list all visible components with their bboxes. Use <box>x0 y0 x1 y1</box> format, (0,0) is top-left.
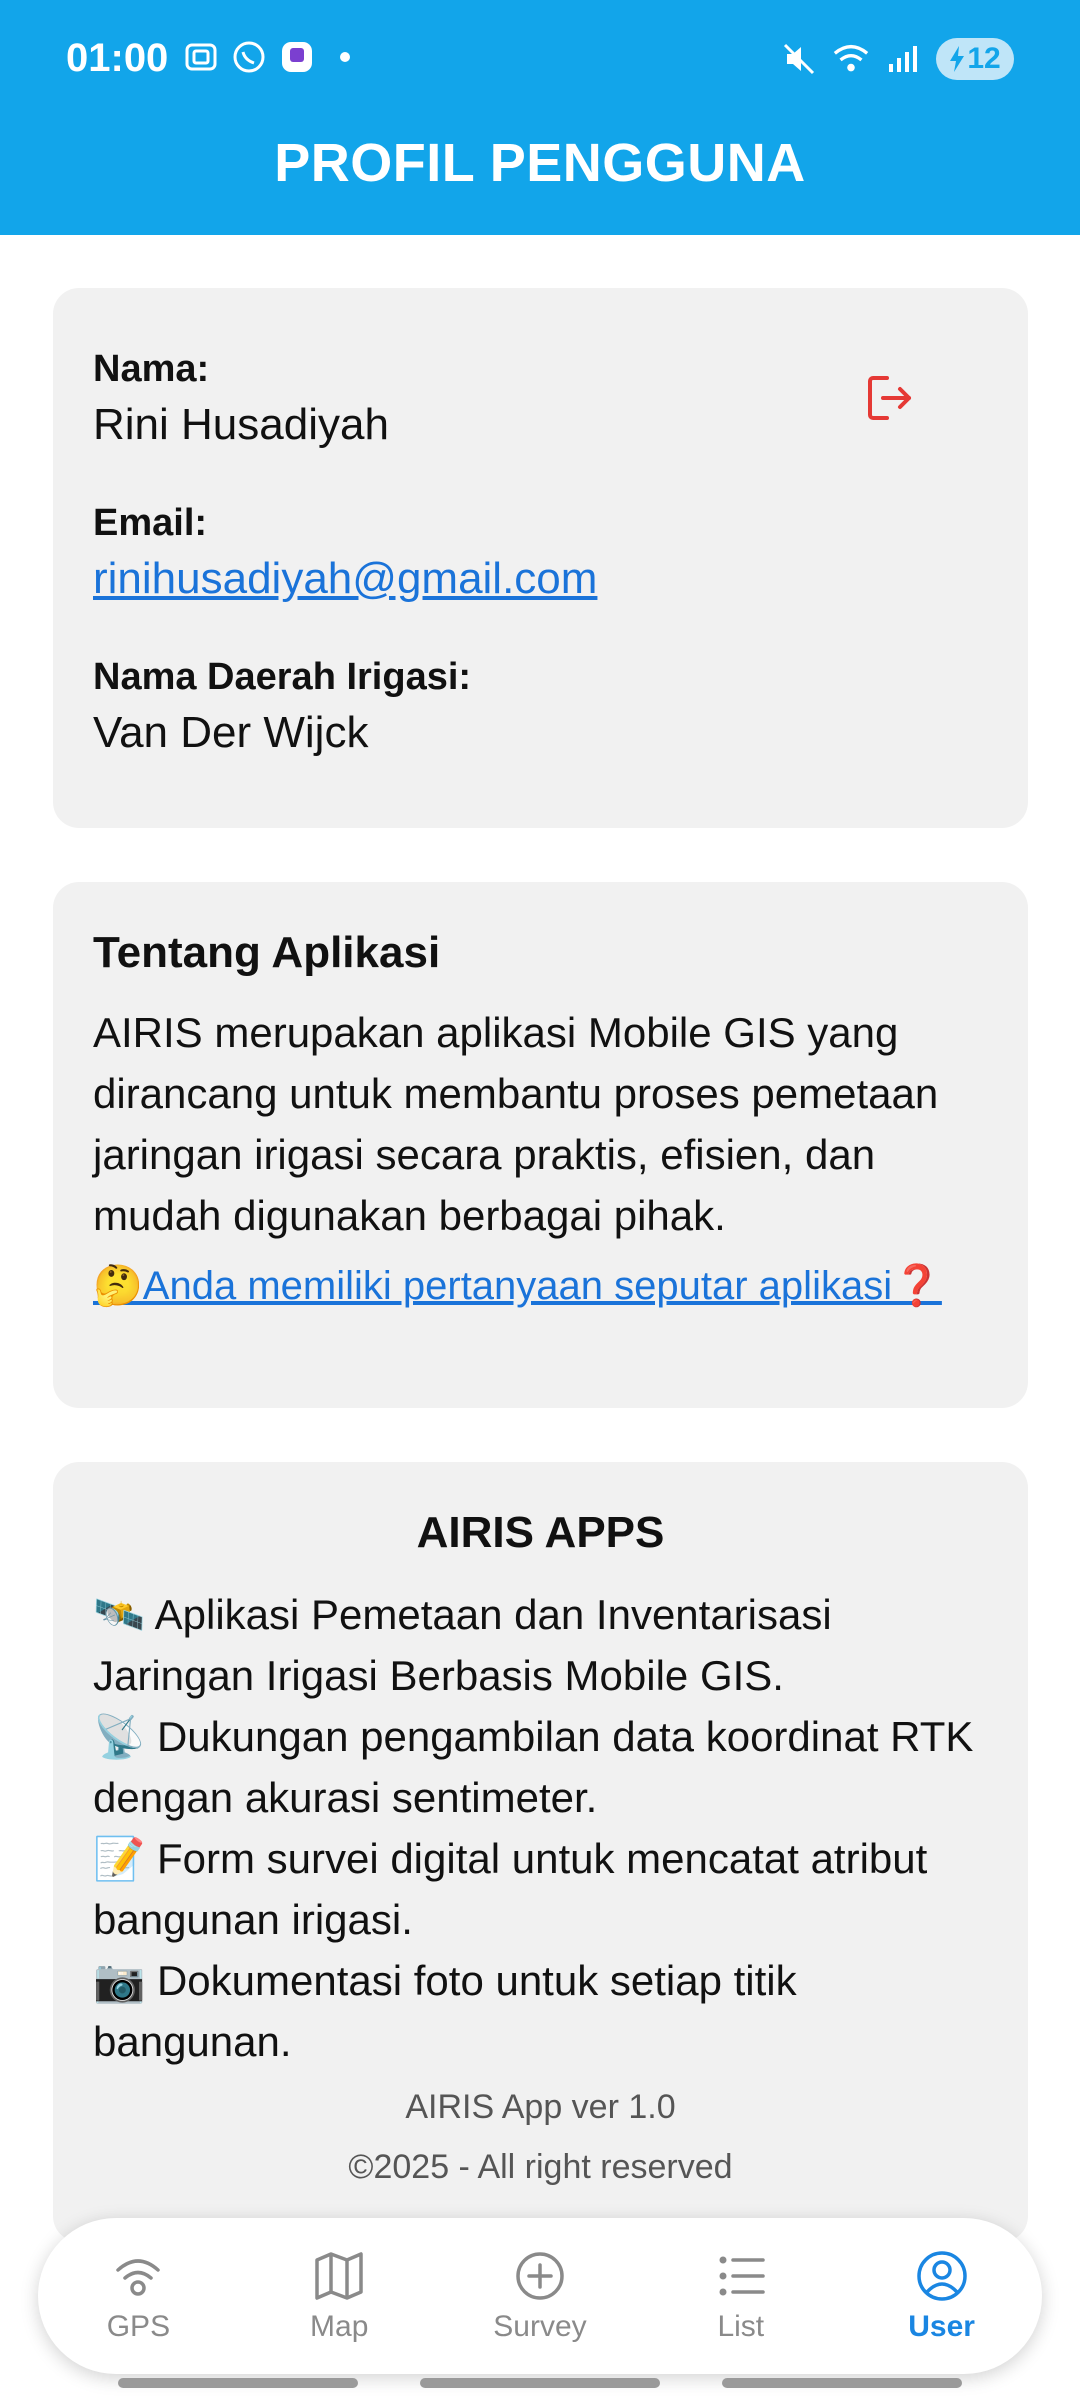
status-bar: 01:00 12 <box>0 0 1080 120</box>
app-notification-icon <box>278 38 316 76</box>
app-header: 01:00 12 PROFIL PENGGUNA <box>0 0 1080 235</box>
email-link[interactable]: rinihusadiyah@gmail.com <box>93 554 597 604</box>
feature-item: 📷 Dokumentasi foto untuk setiap titik ba… <box>93 1957 797 2065</box>
name-label: Nama: <box>93 348 210 390</box>
user-circle-icon <box>916 2251 967 2301</box>
nav-item-user[interactable]: User <box>841 2218 1042 2374</box>
nav-item-gps[interactable]: GPS <box>38 2218 239 2374</box>
gesture-handle <box>420 2378 660 2388</box>
name-value: Rini Husadiyah <box>93 400 389 449</box>
plus-circle-icon <box>516 2252 564 2300</box>
wifi-icon <box>832 40 870 78</box>
feature-item: 🛰️ Aplikasi Pemetaan dan Inventarisasi J… <box>93 1591 832 1699</box>
charging-bolt-icon <box>950 46 965 72</box>
notification-icons <box>182 38 350 76</box>
whatsapp-icon <box>230 38 268 76</box>
gesture-handle <box>722 2378 962 2388</box>
status-time: 01:00 <box>66 36 169 80</box>
battery-level: 12 <box>967 42 1001 75</box>
more-notifications-dot <box>340 52 350 62</box>
gesture-handle <box>118 2378 358 2388</box>
mute-icon <box>780 40 818 78</box>
nav-label: Survey <box>493 2310 587 2343</box>
bottom-navigation: GPS Map Survey List User <box>38 2218 1042 2374</box>
about-card: Tentang Aplikasi AIRIS merupakan aplikas… <box>53 882 1028 1408</box>
nav-item-survey[interactable]: Survey <box>440 2218 641 2374</box>
nav-item-list[interactable]: List <box>640 2218 841 2374</box>
logout-button[interactable] <box>861 368 921 428</box>
region-value: Van Der Wijck <box>93 708 369 757</box>
logout-icon <box>868 376 911 420</box>
nav-label: User <box>908 2310 975 2343</box>
profile-card: Nama: Rini Husadiyah Email: rinihusadiya… <box>53 288 1028 828</box>
page-title: PROFIL PENGGUNA <box>274 133 806 193</box>
gps-signal-icon <box>116 2259 161 2296</box>
battery-indicator: 12 <box>936 38 1014 80</box>
region-label: Nama Daerah Irigasi: <box>93 656 472 698</box>
about-title: Tentang Aplikasi <box>93 928 441 977</box>
apps-card: AIRIS APPS 🛰️ Aplikasi Pemetaan dan Inve… <box>53 1462 1028 2242</box>
screenshot-icon <box>182 38 220 76</box>
apps-title: AIRIS APPS <box>416 1508 665 1557</box>
system-icons: 12 <box>780 38 1014 80</box>
signal-icon <box>884 40 922 78</box>
nav-label: GPS <box>106 2310 171 2343</box>
nav-label: List <box>717 2310 765 2343</box>
nav-item-map[interactable]: Map <box>239 2218 440 2374</box>
faq-link[interactable]: 🤔Anda memiliki pertanyaan seputar aplika… <box>93 1262 942 1309</box>
app-version: AIRIS App ver 1.0 <box>405 2088 676 2126</box>
feature-item: 📝 Form survei digital untuk mencatat atr… <box>93 1835 928 1943</box>
map-icon <box>315 2252 363 2300</box>
email-label: Email: <box>93 502 208 544</box>
copyright: ©2025 - All right reserved <box>348 2148 733 2186</box>
list-icon <box>719 2256 765 2296</box>
nav-label: Map <box>310 2310 369 2343</box>
feature-item: 📡 Dukungan pengambilan data koordinat RT… <box>93 1713 974 1821</box>
about-description: AIRIS merupakan aplikasi Mobile GIS yang… <box>93 1009 939 1239</box>
